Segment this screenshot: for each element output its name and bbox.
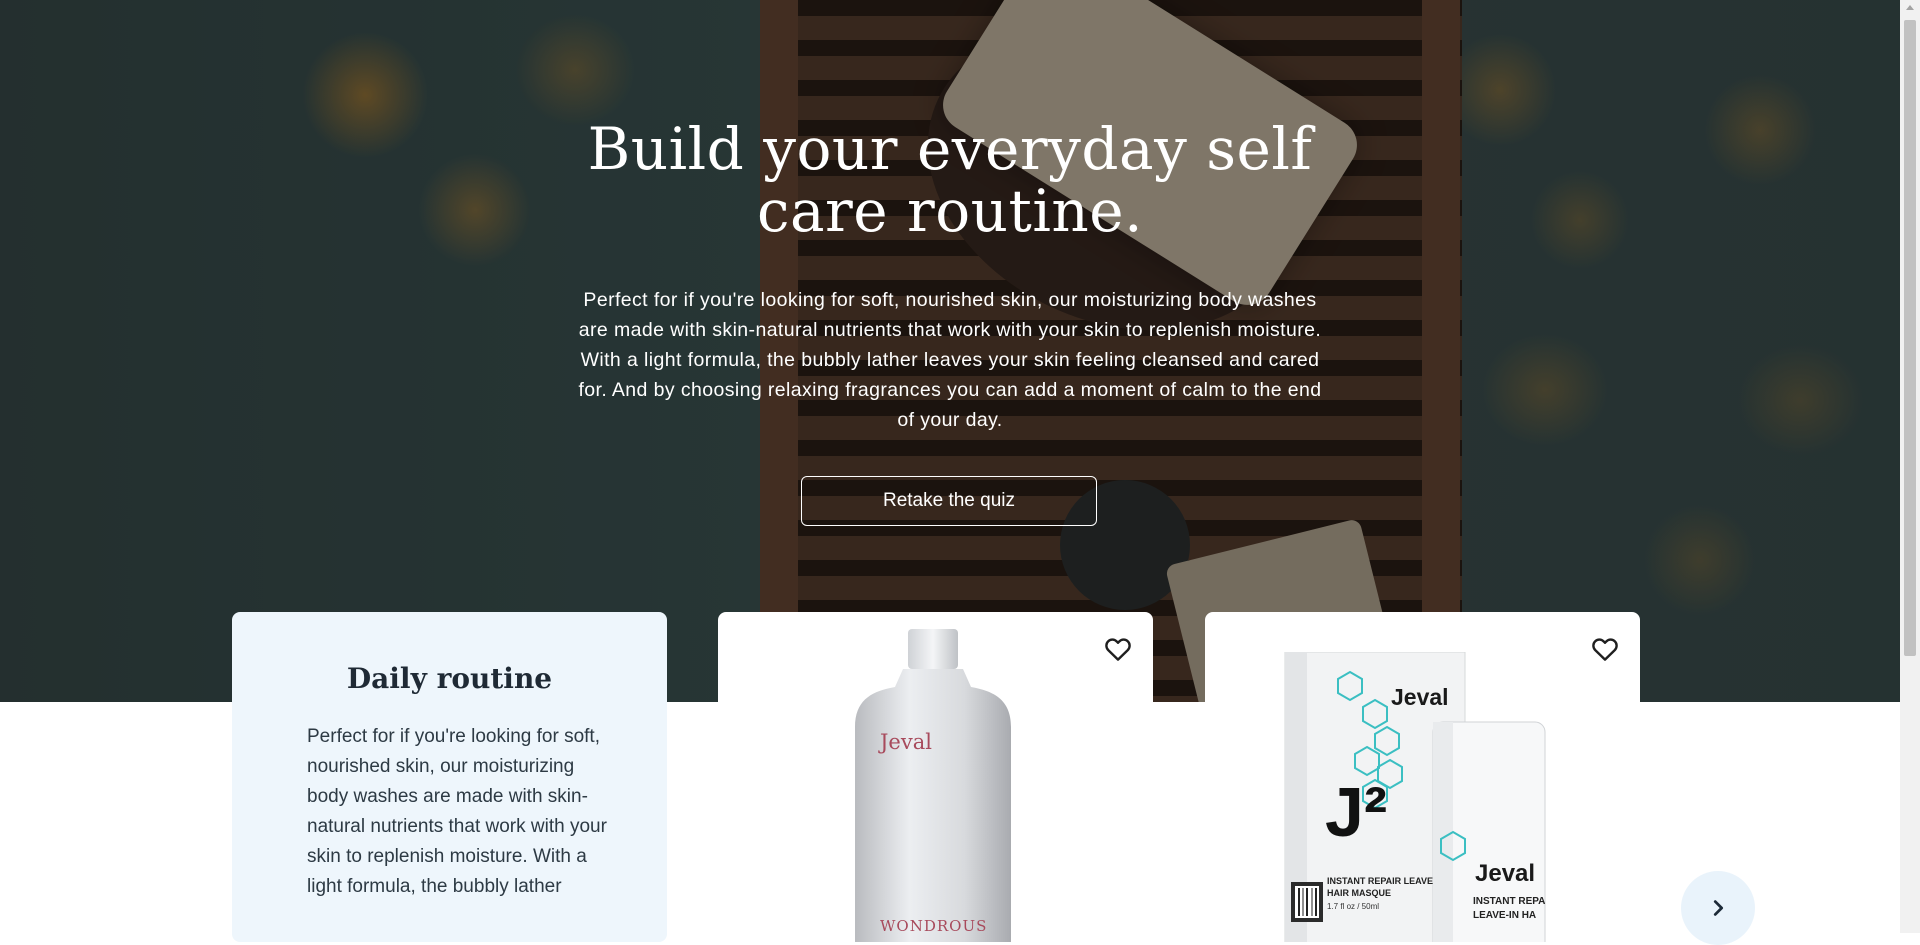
- product-brand-logo: Jeval: [1391, 684, 1449, 710]
- heart-outline-icon[interactable]: [1590, 634, 1620, 664]
- scrollbar-thumb[interactable]: [1904, 20, 1916, 656]
- product-logo-mark: J²: [1325, 773, 1388, 851]
- carousel-next-button[interactable]: [1681, 871, 1755, 945]
- retake-quiz-button[interactable]: Retake the quiz: [801, 476, 1097, 526]
- routine-description: Perfect for if you're looking for soft, …: [307, 726, 607, 897]
- product-brand-logo: Jeval: [880, 730, 932, 754]
- product-bottle-line2: LEAVE-IN HA: [1473, 910, 1537, 921]
- scroll-up-arrow-icon[interactable]: [1906, 5, 1914, 10]
- product-image-box-and-bottle[interactable]: Jeval J² INSTANT REPAIR LEAVE HAIR MASQU…: [1275, 652, 1575, 942]
- hero-title: Build your everyday self care routine.: [587, 115, 1313, 245]
- product-card[interactable]: Jeval WONDROUS: [718, 612, 1153, 942]
- product-bottle-line1: INSTANT REPA: [1473, 896, 1546, 907]
- product-package-line2: HAIR MASQUE: [1327, 888, 1392, 898]
- hero-section: Build your everyday self care routine. P…: [0, 0, 1900, 702]
- vertical-scrollbar[interactable]: [1900, 0, 1920, 933]
- product-bottle-brand: Jeval: [1475, 860, 1536, 887]
- routine-card: Daily routine Perfect for if you're look…: [232, 612, 667, 942]
- heart-outline-icon[interactable]: [1103, 634, 1133, 664]
- product-card[interactable]: Jeval J² INSTANT REPAIR LEAVE HAIR MASQU…: [1205, 612, 1640, 942]
- hero-description: Perfect for if you're looking for soft, …: [578, 289, 1322, 431]
- chevron-right-icon: [1713, 900, 1724, 916]
- product-package-line1: INSTANT REPAIR LEAVE: [1327, 876, 1434, 886]
- product-package-size: 1.7 fl oz / 50ml: [1327, 902, 1380, 911]
- product-image-bottle[interactable]: [853, 627, 1013, 942]
- routine-title: Daily routine: [346, 662, 553, 695]
- product-name: WONDROUS: [880, 917, 988, 935]
